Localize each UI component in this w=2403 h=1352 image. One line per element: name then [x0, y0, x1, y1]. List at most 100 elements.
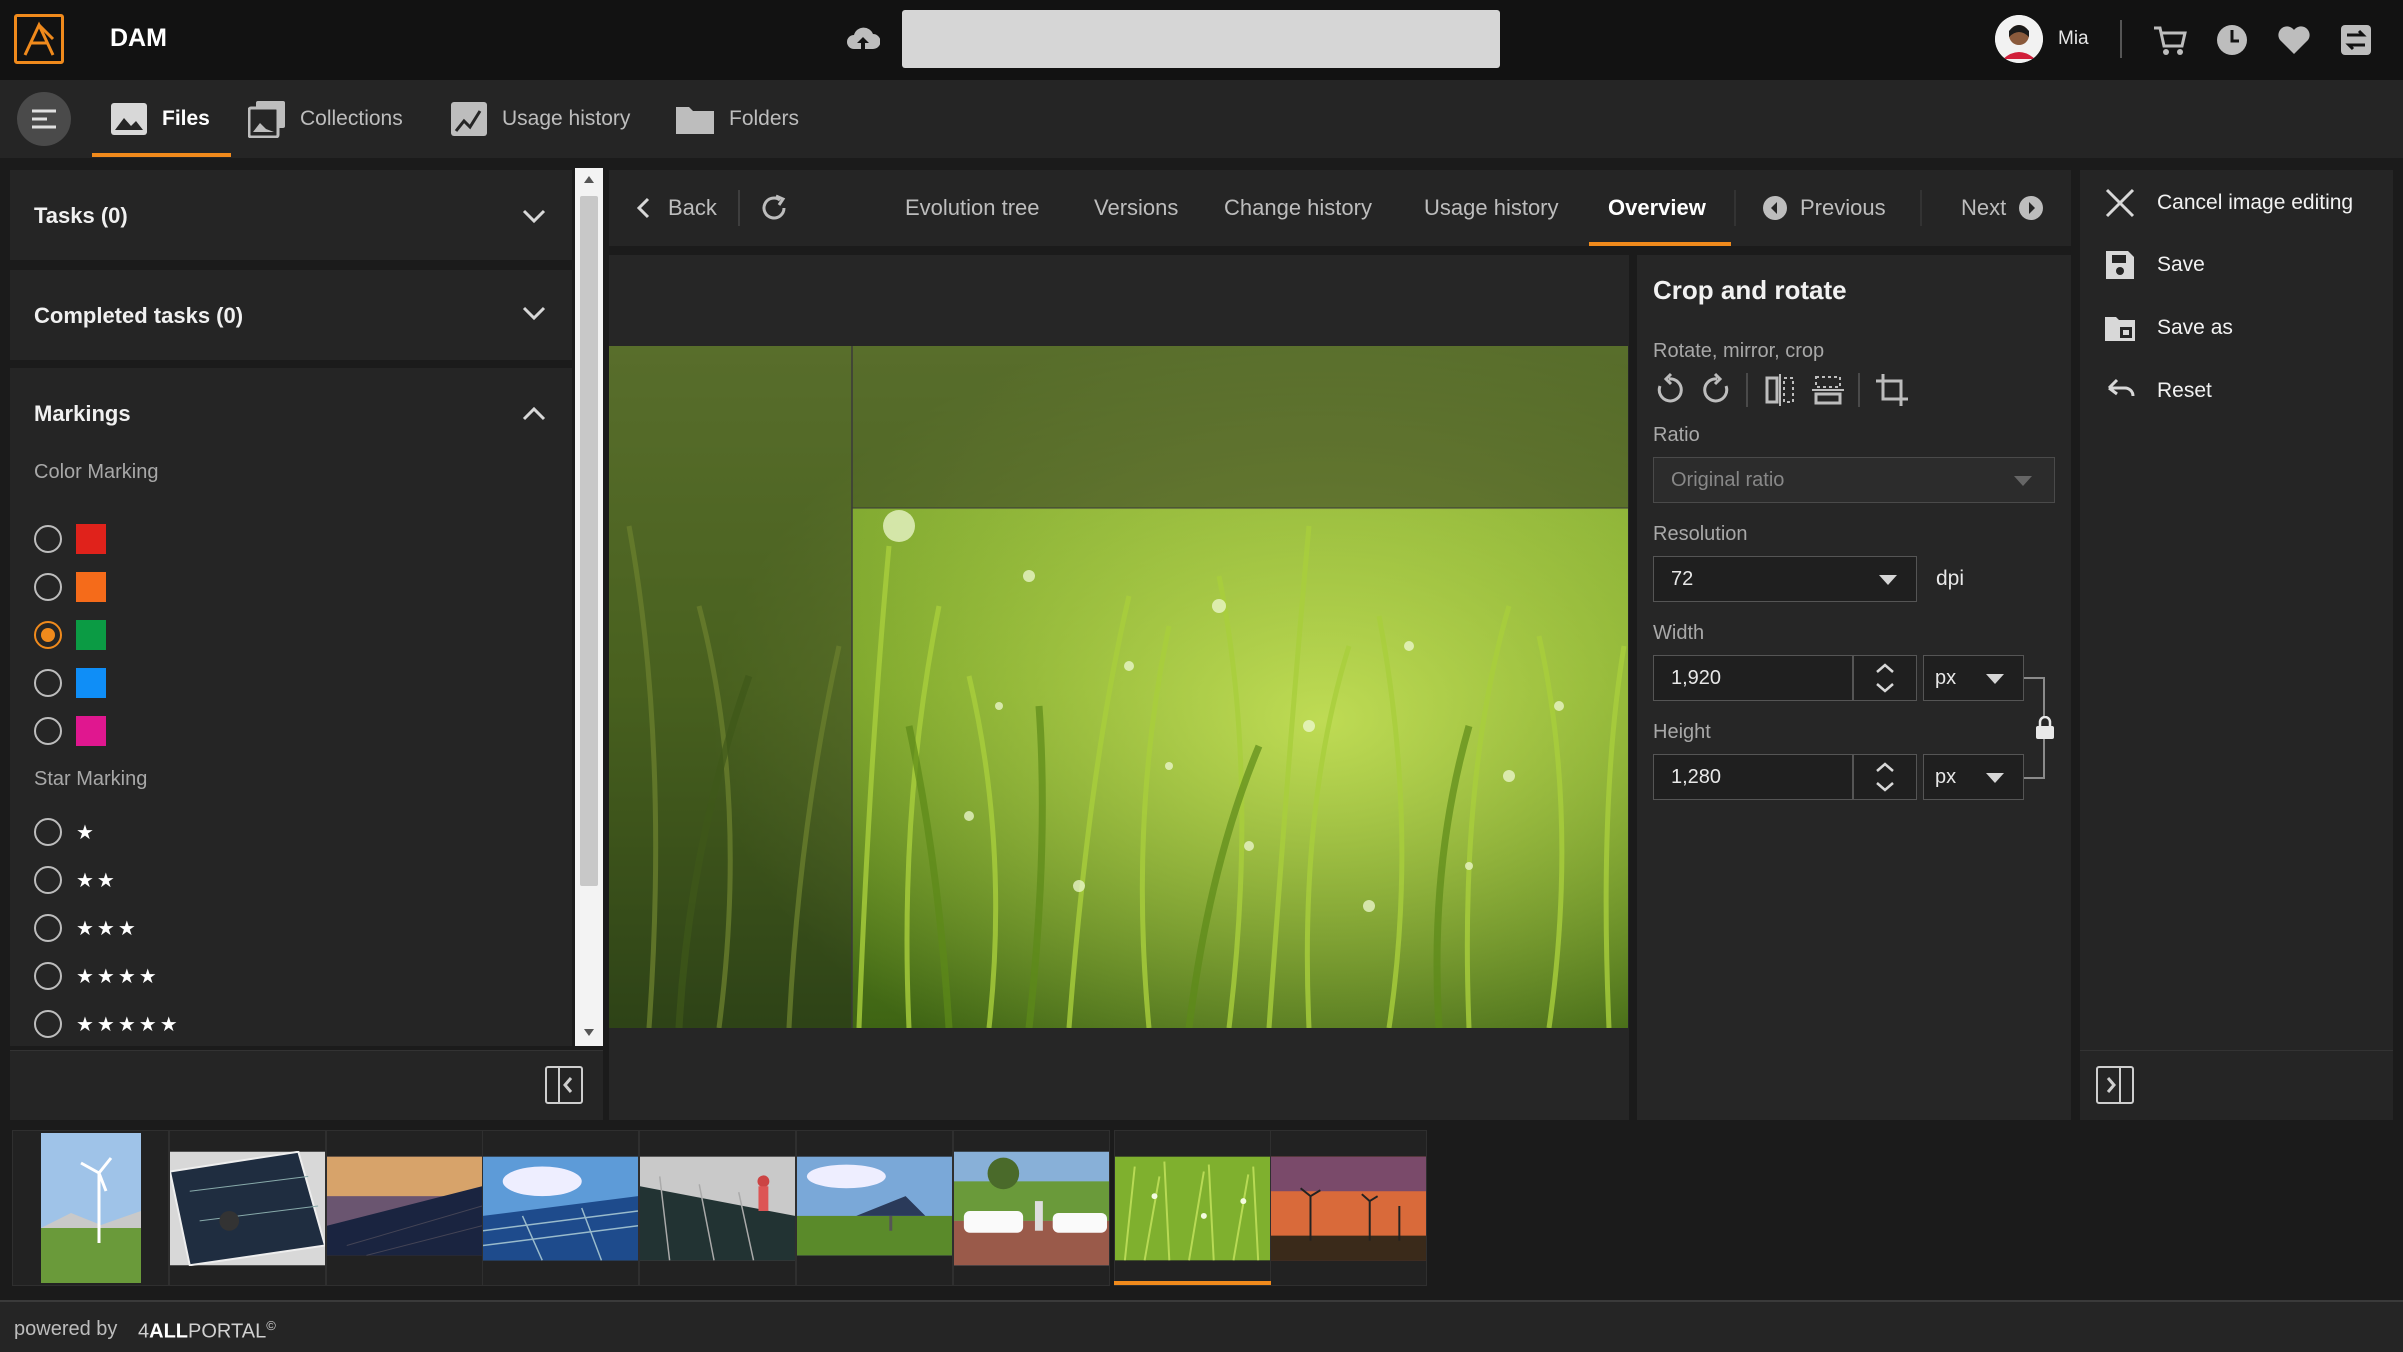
menu-icon — [32, 109, 56, 129]
undo-icon — [2107, 378, 2135, 397]
thumbnail[interactable] — [169, 1130, 326, 1286]
crop-icon[interactable] — [1874, 372, 1910, 408]
brand-suffix: PORTAL — [188, 1320, 267, 1343]
image-preview[interactable] — [609, 346, 1628, 1028]
tab-usage-history-detail[interactable]: Usage history — [1424, 170, 1559, 246]
star-marking-radio[interactable] — [34, 866, 62, 894]
flip-vertical-icon[interactable] — [1810, 372, 1846, 408]
tab-collections[interactable]: Collections — [248, 80, 403, 158]
thumbnail[interactable] — [482, 1130, 639, 1286]
cancel-editing-button[interactable]: Cancel image editing — [2103, 182, 2353, 224]
stepper-icon[interactable] — [1872, 660, 1898, 696]
star-marking-label: ★★★★ — [76, 966, 160, 988]
scrollbar-thumb[interactable] — [580, 196, 598, 886]
color-marking-radio[interactable] — [34, 573, 62, 601]
thumbnail[interactable] — [953, 1130, 1110, 1286]
color-swatch[interactable] — [76, 668, 106, 698]
tab-change-history[interactable]: Change history — [1224, 170, 1372, 246]
app-logo-icon[interactable] — [14, 14, 64, 64]
lock-icon[interactable] — [2034, 716, 2056, 740]
search-input[interactable] — [902, 10, 1500, 68]
star-marking-label: ★★★ — [76, 918, 139, 940]
divider — [2120, 20, 2122, 58]
resolution-value: 72 — [1671, 567, 1694, 590]
chart-image-icon — [451, 102, 487, 136]
star-marking-label: ★★ — [76, 870, 118, 892]
save-as-button[interactable]: Save as — [2103, 307, 2233, 349]
flip-horizontal-icon[interactable] — [1762, 372, 1798, 408]
color-marking-radio[interactable] — [34, 669, 62, 697]
thumbnail[interactable] — [1270, 1130, 1427, 1286]
back-label: Back — [668, 195, 717, 220]
back-button[interactable]: Back — [634, 170, 717, 246]
arrow-right-circle-icon — [2019, 196, 2044, 220]
solar-worker-image — [640, 1156, 795, 1260]
color-swatch[interactable] — [76, 716, 106, 746]
menu-button[interactable] — [17, 92, 71, 146]
brand-logo[interactable]: 4ALLPORTAL© — [138, 1318, 276, 1344]
ratio-select[interactable]: Original ratio — [1653, 457, 2055, 503]
thumbnail[interactable] — [1114, 1130, 1271, 1286]
active-tab-indicator — [92, 153, 231, 157]
reset-button[interactable]: Reset — [2103, 370, 2212, 412]
tab-files[interactable]: Files — [110, 80, 210, 158]
stepper-icon[interactable] — [1872, 759, 1898, 795]
save-button[interactable]: Save — [2103, 244, 2205, 286]
exchange-icon[interactable] — [2336, 20, 2376, 60]
powered-by-label: powered by — [14, 1318, 118, 1340]
star-marking-radio[interactable] — [34, 1010, 62, 1038]
upload-icon[interactable] — [846, 25, 880, 55]
cart-icon[interactable] — [2150, 20, 2190, 60]
next-label: Next — [1961, 195, 2007, 220]
completed-tasks-title: Completed tasks (0) — [34, 303, 244, 328]
rotate-label: Rotate, mirror, crop — [1653, 340, 1825, 362]
tab-folders[interactable]: Folders — [675, 80, 799, 158]
star-marking-radio[interactable] — [34, 818, 62, 846]
color-marking-radio[interactable] — [34, 525, 62, 553]
scroll-up-icon[interactable] — [581, 172, 597, 186]
color-swatch[interactable] — [76, 620, 106, 650]
tab-usage-history[interactable]: Usage history — [450, 80, 630, 158]
chevron-down-icon[interactable] — [520, 303, 548, 323]
tab-evolution-tree[interactable]: Evolution tree — [905, 170, 1040, 246]
chevron-up-icon[interactable] — [520, 404, 548, 424]
collapse-left-panel-button[interactable] — [545, 1066, 583, 1104]
chevron-down-icon[interactable] — [520, 206, 548, 226]
rotate-right-icon[interactable] — [1699, 372, 1735, 408]
height-label: Height — [1653, 721, 1711, 743]
brand-mark: © — [266, 1318, 276, 1333]
avatar[interactable] — [1995, 15, 2043, 63]
tab-overview[interactable]: Overview — [1608, 170, 1706, 246]
app-title: DAM — [110, 24, 167, 52]
tab-versions[interactable]: Versions — [1094, 170, 1178, 246]
panel-title: Crop and rotate — [1653, 275, 1847, 305]
width-unit-select[interactable]: px — [1923, 655, 2024, 701]
rotate-left-icon[interactable] — [1651, 372, 1687, 408]
star-marking-radio[interactable] — [34, 914, 62, 942]
color-marking-radio[interactable] — [34, 621, 62, 649]
collapse-right-panel-button[interactable] — [2096, 1066, 2134, 1104]
brand-bold: ALL — [149, 1320, 189, 1343]
clock-icon[interactable] — [2212, 20, 2252, 60]
panel-expand-icon — [2106, 1068, 2121, 1102]
star-marking-radio[interactable] — [34, 962, 62, 990]
thumbnail[interactable] — [326, 1130, 483, 1286]
previous-button[interactable]: Previous — [1762, 170, 1886, 246]
refresh-icon[interactable] — [758, 192, 790, 224]
thumbnail[interactable] — [12, 1130, 169, 1286]
color-marking-radio[interactable] — [34, 717, 62, 745]
next-button[interactable]: Next — [1961, 170, 2044, 246]
tab-collections-label: Collections — [300, 107, 403, 130]
color-swatch[interactable] — [76, 524, 106, 554]
height-unit-select[interactable]: px — [1923, 754, 2024, 800]
thumbnail[interactable] — [639, 1130, 796, 1286]
solar-sky-image — [483, 1156, 638, 1261]
color-swatch[interactable] — [76, 572, 106, 602]
user-name[interactable]: Mia — [2058, 28, 2089, 50]
resolution-select[interactable]: 72 — [1653, 556, 1917, 602]
heart-icon[interactable] — [2274, 20, 2314, 60]
scroll-down-icon[interactable] — [581, 1026, 597, 1040]
thumbnail[interactable] — [796, 1130, 953, 1286]
star-marking-label: Star Marking — [34, 768, 148, 790]
divider — [1734, 190, 1736, 226]
